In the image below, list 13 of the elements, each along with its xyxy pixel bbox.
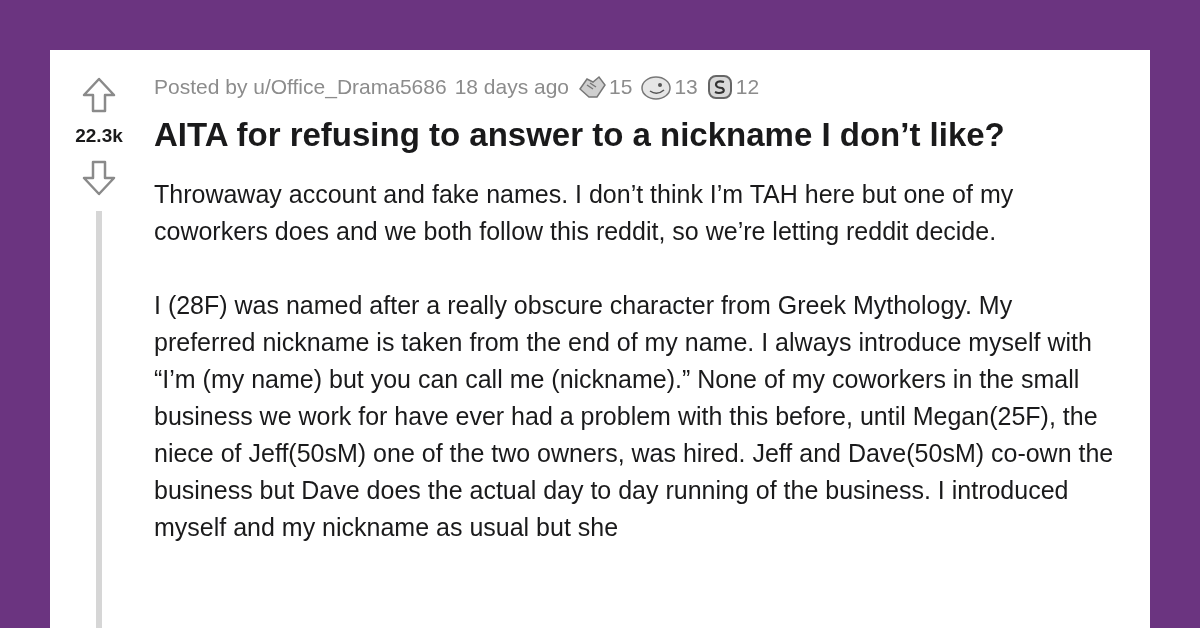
post-paragraph: Throwaway account and fake names. I don’t think I’m TAH here but one of my coworkers does and we both follow this reddit, so we’re letting reddit decide. — [154, 179, 1015, 247]
upvote-arrow-icon[interactable] — [81, 76, 117, 114]
post-age: 18 days ago — [454, 74, 570, 101]
smiley-face-icon — [640, 73, 673, 101]
post-paragraph: I (28F) was named after a really obscure character from Greek Mythology. My preferred nickname is taken from the end of my name. I always introduce myself with “I’m (my name) but you can call me (nickname).” None of my coworkers in the small business we work for have ever had a problem with this before, until Megan(25F), the niece of Jeff(50sM) one of the two owners, was hired. Jeff and Dave(50sM) co-own the business but Dave does the actual day to day running of the business. I introduced myself and my nickname as usual but she — [154, 290, 1114, 543]
award-count: 13 — [674, 74, 698, 101]
downvote-arrow-icon[interactable] — [81, 158, 117, 197]
post-title: AITA for refusing to answer to a nickname I don’t like? — [154, 115, 1006, 155]
post-author: Posted by u/Office_Drama5686 — [154, 74, 447, 101]
vote-score: 22.3k — [75, 124, 123, 148]
award-count: 15 — [609, 74, 633, 101]
coin-icon — [705, 73, 734, 101]
award-count: 12 — [735, 74, 760, 101]
